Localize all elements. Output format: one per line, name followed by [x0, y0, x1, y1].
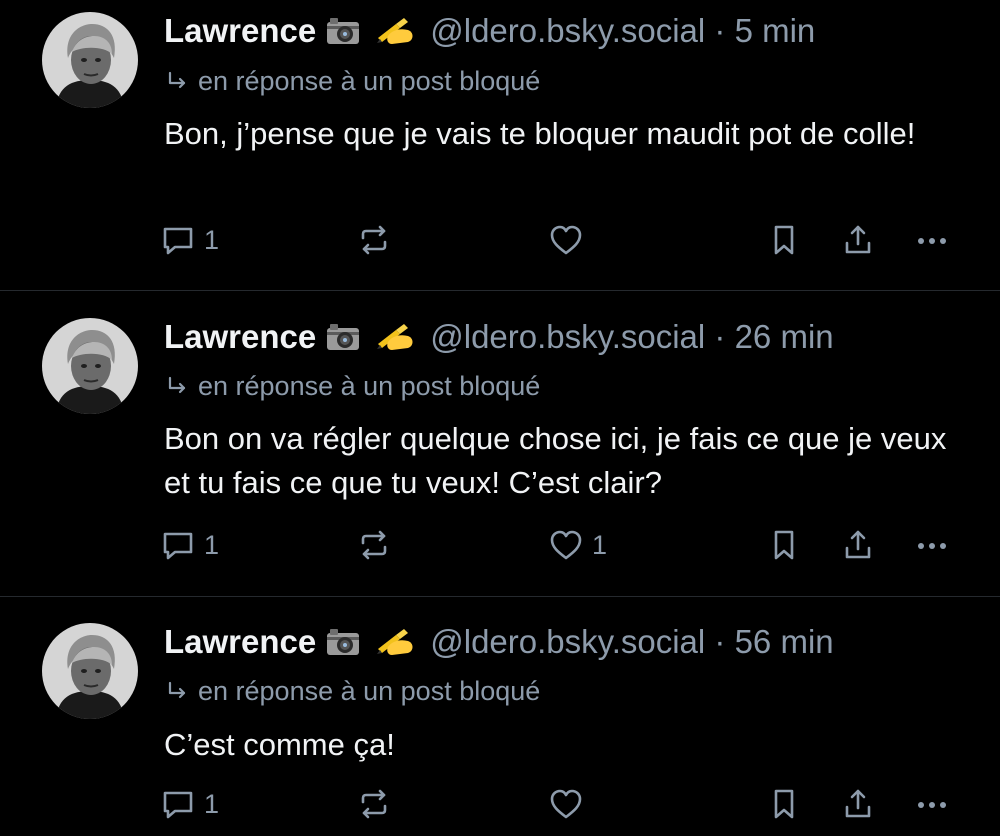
more-icon — [914, 786, 950, 822]
writing-hand-emoji — [374, 14, 416, 55]
camera-emoji — [326, 626, 360, 666]
more-icon — [914, 527, 950, 563]
author-name[interactable]: Lawrence — [164, 623, 316, 660]
post-text: Bon on va régler quelque chose ici, je f… — [164, 421, 947, 500]
reply-count: 1 — [204, 224, 220, 255]
avatar[interactable] — [42, 12, 138, 108]
time-separator: · — [705, 623, 735, 660]
time-separator: · — [705, 12, 735, 49]
reply-button[interactable]: 1 — [160, 523, 219, 567]
post[interactable]: Lawrence @ldero.bsky.social · 56 min en r… — [0, 597, 1000, 836]
bookmark-icon — [766, 527, 802, 563]
reply-icon — [160, 222, 196, 258]
post-feed: Lawrence @ldero.bsky.social · 5 min en ré… — [0, 0, 1000, 836]
reply-context-text: en réponse à un post bloqué — [198, 371, 541, 401]
author-name[interactable]: Lawrence — [164, 318, 316, 355]
like-button[interactable]: 1 — [548, 523, 607, 567]
post[interactable]: Lawrence @ldero.bsky.social · 26 min en r… — [0, 291, 1000, 596]
post-actions: 1 — [160, 218, 960, 262]
like-button[interactable] — [548, 218, 592, 262]
share-icon — [840, 222, 876, 258]
post-time[interactable]: 5 min — [735, 12, 816, 49]
like-icon — [548, 786, 584, 822]
post-header: Lawrence @ldero.bsky.social · 26 min — [164, 317, 834, 361]
repost-button[interactable] — [356, 523, 392, 567]
bookmark-button[interactable] — [766, 523, 802, 567]
post-header: Lawrence @ldero.bsky.social · 5 min — [164, 11, 815, 55]
share-icon — [840, 786, 876, 822]
reply-button[interactable]: 1 — [160, 782, 219, 826]
bookmark-button[interactable] — [766, 218, 802, 262]
author-handle[interactable]: @ldero.bsky.social — [430, 318, 705, 355]
post-text: C’est comme ça! — [164, 727, 395, 762]
reply-arrow-icon — [166, 677, 188, 709]
more-options-button[interactable] — [914, 523, 950, 567]
share-button[interactable] — [840, 523, 876, 567]
camera-emoji — [326, 321, 360, 361]
share-button[interactable] — [840, 782, 876, 826]
like-icon — [548, 222, 584, 258]
reply-context-text: en réponse à un post bloqué — [198, 676, 541, 706]
camera-emoji — [326, 15, 360, 55]
reply-icon — [160, 786, 196, 822]
time-separator: · — [705, 318, 735, 355]
repost-button[interactable] — [356, 218, 392, 262]
reply-context: en réponse à un post bloqué — [166, 370, 540, 404]
post-actions: 1 — [160, 782, 960, 826]
repost-icon — [356, 222, 392, 258]
more-options-button[interactable] — [914, 218, 950, 262]
like-icon — [548, 527, 584, 563]
share-button[interactable] — [840, 218, 876, 262]
share-icon — [840, 527, 876, 563]
post-time[interactable]: 56 min — [735, 623, 834, 660]
bookmark-icon — [766, 786, 802, 822]
bookmark-button[interactable] — [766, 782, 802, 826]
more-options-button[interactable] — [914, 782, 950, 826]
post[interactable]: Lawrence @ldero.bsky.social · 5 min en ré… — [0, 0, 1000, 290]
more-icon — [914, 222, 950, 258]
author-name[interactable]: Lawrence — [164, 12, 316, 49]
reply-button[interactable]: 1 — [160, 218, 219, 262]
post-actions: 1 1 — [160, 523, 960, 567]
like-count: 1 — [592, 529, 608, 560]
reply-icon — [160, 527, 196, 563]
author-handle[interactable]: @ldero.bsky.social — [430, 12, 705, 49]
reply-count: 1 — [204, 788, 220, 819]
post-text: Bon, j’pense que je vais te bloquer maud… — [164, 116, 916, 151]
author-handle[interactable]: @ldero.bsky.social — [430, 623, 705, 660]
repost-icon — [356, 527, 392, 563]
bookmark-icon — [766, 222, 802, 258]
reply-count: 1 — [204, 529, 220, 560]
repost-icon — [356, 786, 392, 822]
writing-hand-emoji — [374, 320, 416, 361]
repost-button[interactable] — [356, 782, 392, 826]
reply-arrow-icon — [166, 67, 188, 99]
reply-context: en réponse à un post bloqué — [166, 675, 540, 709]
avatar[interactable] — [42, 318, 138, 414]
post-header: Lawrence @ldero.bsky.social · 56 min — [164, 622, 834, 666]
reply-context-text: en réponse à un post bloqué — [198, 66, 541, 96]
writing-hand-emoji — [374, 625, 416, 666]
avatar[interactable] — [42, 623, 138, 719]
reply-arrow-icon — [166, 372, 188, 404]
reply-context: en réponse à un post bloqué — [166, 65, 540, 99]
post-time[interactable]: 26 min — [735, 318, 834, 355]
like-button[interactable] — [548, 782, 592, 826]
